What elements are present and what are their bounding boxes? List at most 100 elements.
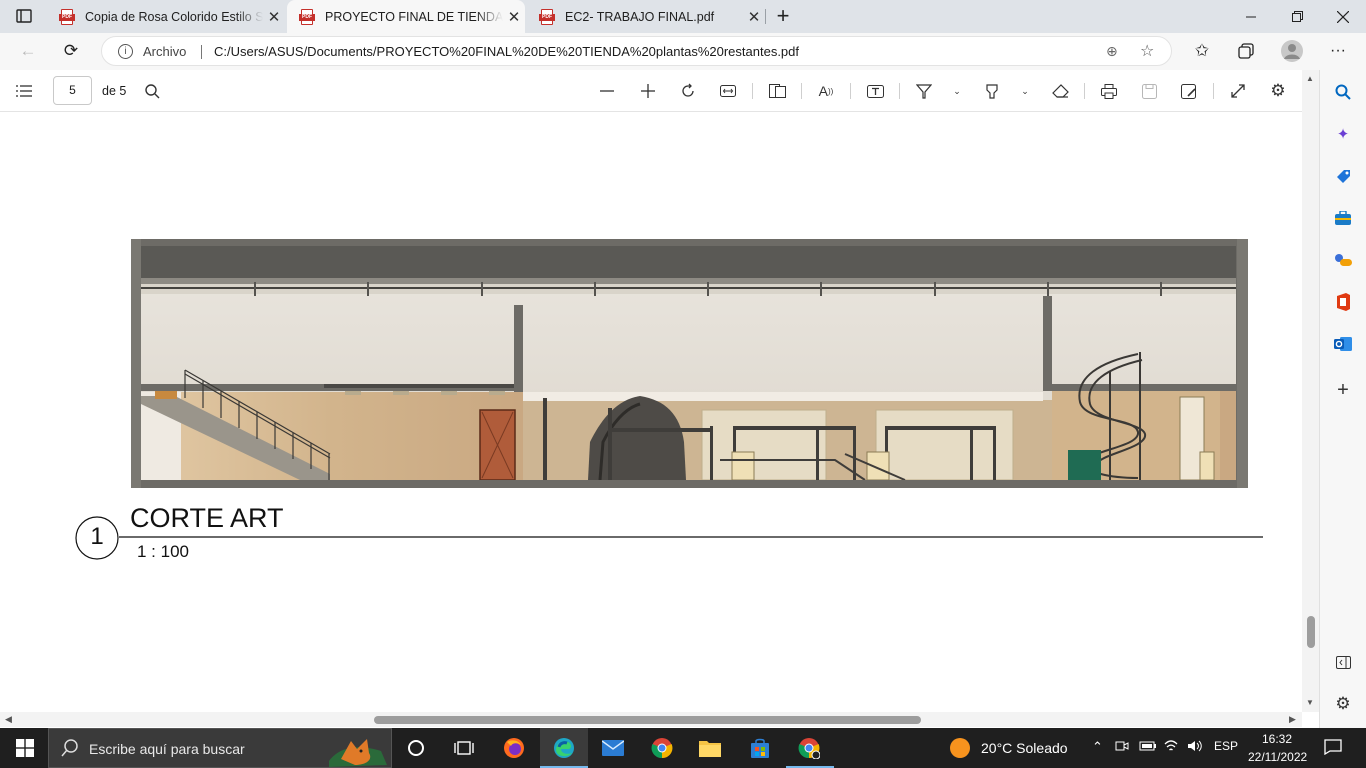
more-menu-icon[interactable]: ··· — [1323, 37, 1353, 65]
office-icon[interactable] — [1333, 292, 1353, 312]
cortana-icon[interactable] — [404, 736, 428, 760]
highlight-icon[interactable] — [981, 80, 1003, 102]
scroll-down-icon[interactable]: ▼ — [1306, 698, 1314, 707]
close-tab-icon[interactable]: ✕ — [263, 8, 285, 26]
search-icon — [61, 739, 79, 762]
profile-avatar[interactable] — [1277, 37, 1307, 65]
refresh-button[interactable]: ⟳ — [56, 37, 86, 65]
shopping-icon[interactable] — [1333, 166, 1353, 186]
view-scale: 1 : 100 — [137, 542, 189, 561]
fit-width-icon[interactable] — [717, 80, 739, 102]
meet-now-icon[interactable] — [1115, 739, 1129, 756]
table-of-contents-icon[interactable] — [13, 80, 35, 102]
close-tab-icon[interactable]: ✕ — [503, 8, 525, 26]
scroll-thumb[interactable] — [1307, 616, 1315, 648]
zoom-in-icon[interactable] — [637, 80, 659, 102]
zoom-out-icon[interactable] — [596, 80, 618, 102]
taskbar-search-box[interactable]: Escribe aquí para buscar — [48, 728, 392, 768]
search-placeholder: Escribe aquí para buscar — [89, 741, 245, 757]
tab-strip: PDF Copia de Rosa Colorido Estilo Se ✕ P… — [0, 0, 1366, 33]
back-button[interactable]: ← — [13, 37, 43, 65]
view-number: 1 — [90, 523, 104, 550]
tab-title: EC2- TRABAJO FINAL.pdf — [565, 9, 715, 24]
hide-sidebar-icon[interactable] — [1333, 652, 1353, 672]
address-bar[interactable]: i Archivo C:/Users/ASUS/Documents/PROYEC… — [101, 36, 1172, 66]
clock-date[interactable]: 22/11/2022 — [1248, 750, 1307, 764]
page-count: de 5 — [102, 84, 127, 98]
windows-start-icon[interactable] — [13, 736, 37, 760]
view-title: CORTE ART — [130, 503, 284, 533]
draw-options-chevron-icon[interactable]: ⌄ — [946, 80, 968, 102]
sidebar-settings-icon[interactable]: ⚙ — [1333, 694, 1353, 714]
green-panel — [1068, 450, 1101, 480]
close-tab-icon[interactable]: ✕ — [743, 8, 765, 26]
firefox-icon[interactable] — [502, 736, 526, 760]
tab-proyecto-final[interactable]: PDF PROYECTO FINAL DE TIENDA pla ✕ — [287, 0, 525, 33]
tools-icon[interactable] — [1333, 208, 1353, 228]
battery-icon[interactable] — [1139, 739, 1157, 756]
discover-icon[interactable]: ✦ — [1333, 124, 1353, 144]
minimize-button[interactable] — [1228, 0, 1274, 33]
url-text[interactable]: C:/Users/ASUS/Documents/PROYECTO%20FINAL… — [214, 44, 799, 59]
pdf-icon: PDF — [59, 8, 75, 25]
add-text-icon[interactable] — [864, 80, 886, 102]
notifications-icon[interactable] — [1324, 739, 1342, 758]
page-number-input[interactable]: 5 — [53, 76, 92, 105]
mail-icon[interactable] — [601, 736, 625, 760]
add-sidebar-app-icon[interactable]: + — [1333, 379, 1353, 401]
microsoft-store-icon[interactable] — [748, 736, 772, 760]
restore-button[interactable] — [1274, 0, 1320, 33]
favorites-icon[interactable]: ✩ — [1187, 37, 1217, 65]
chrome-profile-icon[interactable] — [797, 736, 821, 760]
separator — [752, 83, 753, 99]
task-view-icon[interactable] — [452, 736, 476, 760]
zoom-icon[interactable]: ⊕ — [1106, 43, 1118, 60]
pdf-icon: PDF — [539, 8, 555, 25]
save-icon[interactable] — [1138, 80, 1160, 102]
show-hidden-icons-chevron-icon[interactable]: ⌃ — [1092, 739, 1103, 755]
scroll-left-icon[interactable]: ◀ — [5, 714, 12, 725]
tab-actions-icon[interactable] — [9, 2, 39, 30]
print-icon[interactable] — [1098, 80, 1120, 102]
input-language[interactable]: ESP — [1214, 739, 1238, 753]
weather-sun-icon[interactable] — [948, 736, 972, 760]
vertical-scrollbar[interactable]: ▲ ▼ — [1302, 70, 1319, 712]
separator — [801, 83, 802, 99]
page-view-icon[interactable] — [766, 80, 788, 102]
pdf-settings-icon[interactable]: ⚙ — [1267, 80, 1289, 102]
volume-icon[interactable] — [1187, 739, 1203, 756]
highlight-options-chevron-icon[interactable]: ⌄ — [1014, 80, 1036, 102]
tab-copia-rosa[interactable]: PDF Copia de Rosa Colorido Estilo Se ✕ — [47, 0, 285, 33]
close-window-button[interactable] — [1320, 0, 1366, 33]
wifi-icon[interactable] — [1163, 739, 1179, 756]
info-icon[interactable]: i — [118, 44, 133, 59]
chrome-icon[interactable] — [650, 736, 674, 760]
search-highlight-fox-icon — [329, 739, 387, 767]
edge-taskbar-active[interactable] — [540, 728, 588, 768]
pdf-toolbar: 5 de 5 A)) ⌄ ⌄ ⚙ — [0, 70, 1302, 112]
fullscreen-icon[interactable] — [1227, 80, 1249, 102]
pdf-viewport[interactable]: 1 CORTE ART 1 : 100 — [0, 112, 1302, 712]
clock-time[interactable]: 16:32 — [1262, 732, 1292, 746]
scroll-right-icon[interactable]: ▶ — [1289, 714, 1296, 725]
add-favorite-icon[interactable]: ☆ — [1140, 41, 1154, 61]
scroll-thumb[interactable] — [374, 716, 921, 724]
tab-separator — [765, 9, 766, 24]
new-tab-button[interactable]: + — [768, 2, 798, 30]
games-icon[interactable] — [1333, 250, 1353, 270]
pdf-icon: PDF — [299, 8, 315, 25]
read-aloud-icon[interactable]: A)) — [815, 80, 837, 102]
search-icon[interactable] — [141, 80, 163, 102]
horizontal-scrollbar[interactable]: ◀ ▶ — [0, 712, 1302, 727]
weather-text[interactable]: 20°C Soleado — [981, 740, 1068, 756]
tab-ec2-trabajo[interactable]: PDF EC2- TRABAJO FINAL.pdf ✕ — [527, 0, 765, 33]
scroll-up-icon[interactable]: ▲ — [1306, 74, 1314, 83]
eraser-icon[interactable] — [1049, 80, 1071, 102]
file-explorer-icon[interactable] — [698, 736, 722, 760]
search-icon[interactable] — [1333, 82, 1353, 102]
collections-icon[interactable] — [1231, 37, 1261, 65]
rotate-icon[interactable] — [677, 80, 699, 102]
draw-icon[interactable] — [913, 80, 935, 102]
save-as-icon[interactable] — [1178, 80, 1200, 102]
outlook-icon[interactable] — [1333, 334, 1353, 354]
